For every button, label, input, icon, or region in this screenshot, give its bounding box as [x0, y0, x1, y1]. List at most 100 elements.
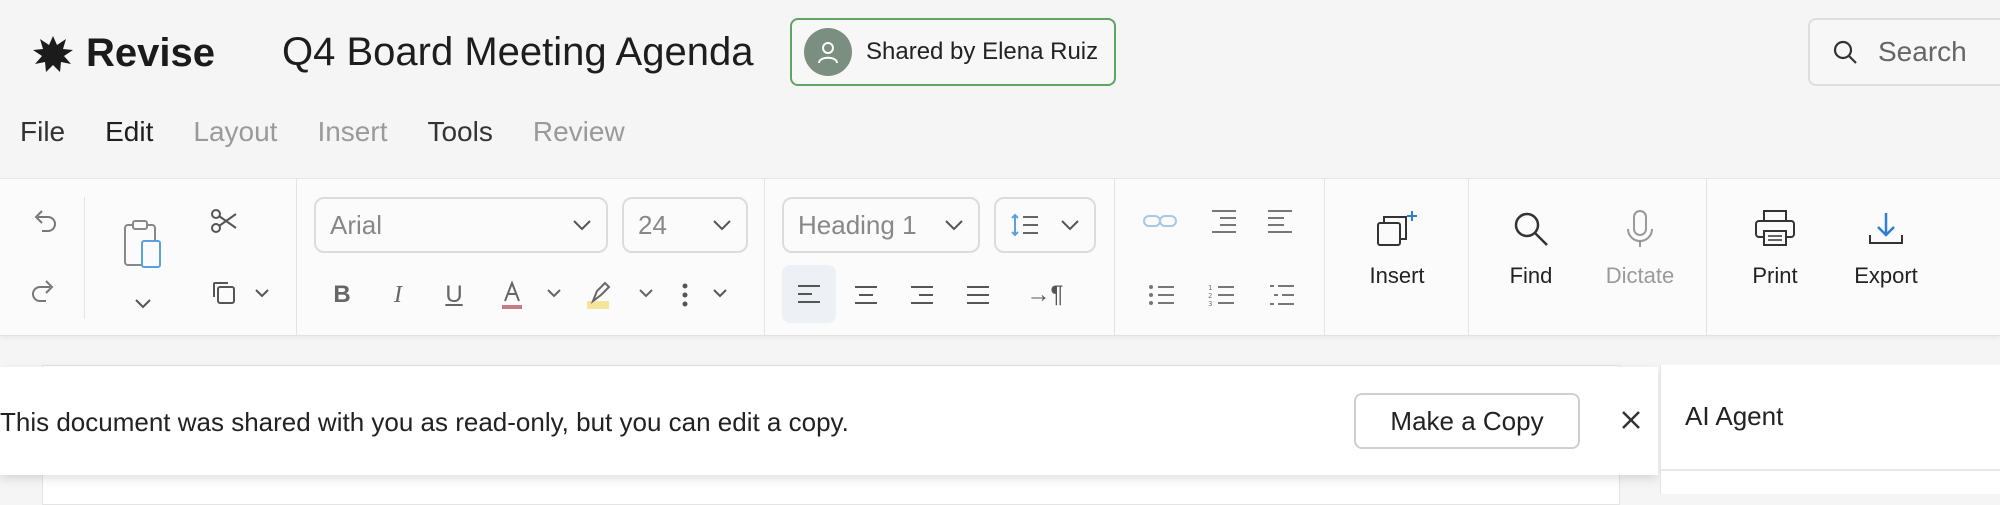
- make-a-copy-button[interactable]: Make a Copy: [1354, 393, 1580, 449]
- printer-icon: [1755, 210, 1795, 246]
- divider: [1324, 179, 1325, 337]
- underline-icon: U: [445, 281, 463, 308]
- chevron-down-icon: [713, 289, 727, 298]
- underline-button[interactable]: U: [436, 275, 472, 315]
- divider: [764, 179, 765, 337]
- splat-logo-icon: [33, 36, 73, 72]
- svg-text:1: 1: [1208, 284, 1212, 292]
- menu-edit[interactable]: Edit: [103, 112, 156, 190]
- cut-button[interactable]: [206, 203, 242, 239]
- numbered-list-icon: 123: [1208, 284, 1234, 307]
- bullet-list-icon: [1149, 285, 1174, 305]
- chevron-down-icon: [255, 289, 269, 298]
- bullet-list-button[interactable]: [1142, 275, 1182, 315]
- close-icon: [1622, 411, 1640, 429]
- text-direction-button[interactable]: →¶: [1020, 275, 1070, 315]
- paste-options-dropdown[interactable]: [128, 289, 158, 319]
- menu-review[interactable]: Review: [533, 112, 625, 178]
- menu-layout[interactable]: Layout: [193, 112, 277, 178]
- dictate-button[interactable]: Dictate: [1600, 209, 1680, 289]
- align-left-icon: [798, 285, 820, 303]
- top-bar: Revise Q4 Board Meeting Agenda Shared by…: [0, 0, 2000, 112]
- font-family-select[interactable]: Arial: [314, 197, 608, 253]
- divider: [1706, 179, 1707, 337]
- insert-object-icon: [1377, 211, 1417, 246]
- close-banner-button[interactable]: [1616, 405, 1646, 435]
- shared-by-badge[interactable]: Shared by Elena Ruiz: [790, 18, 1116, 86]
- person-icon: [804, 28, 852, 76]
- find-label: Find: [1509, 263, 1553, 288]
- paste-button[interactable]: [118, 217, 168, 273]
- text-color-icon: [502, 280, 522, 309]
- align-center-button[interactable]: [846, 275, 886, 315]
- link-button[interactable]: [1140, 203, 1180, 239]
- chevron-down-icon: [639, 289, 653, 298]
- italic-icon: I: [394, 281, 402, 308]
- search-placeholder: Search: [1878, 36, 1967, 67]
- undo-button[interactable]: [24, 201, 64, 241]
- edit-ribbon: Arial 24 B I U Heading 1 →¶ 1 2 3 Insert…: [0, 178, 2000, 337]
- font-size-select[interactable]: 24: [622, 197, 748, 253]
- menu-bar: File Edit Layout Insert Tools Review: [0, 112, 645, 190]
- divider: [1114, 179, 1115, 337]
- search-icon: [1833, 40, 1857, 64]
- menu-insert[interactable]: Insert: [317, 112, 387, 178]
- italic-button[interactable]: I: [380, 275, 416, 315]
- search-box[interactable]: Search: [1808, 18, 2000, 86]
- read-only-banner: This document was shared with you as rea…: [0, 367, 1658, 475]
- redo-icon: [32, 280, 54, 302]
- justify-button[interactable]: [958, 275, 998, 315]
- text-color-button[interactable]: [494, 275, 530, 315]
- app-logo[interactable]: Revise: [30, 30, 215, 76]
- indent-icon: [1268, 210, 1292, 233]
- highlight-button[interactable]: [582, 275, 618, 315]
- ai-agent-title: AI Agent: [1685, 401, 1784, 431]
- outdent-icon: [1212, 210, 1236, 233]
- bold-button[interactable]: B: [324, 275, 360, 315]
- more-vertical-icon: [682, 283, 688, 307]
- copy-options-dropdown[interactable]: [250, 279, 274, 307]
- menu-tools[interactable]: Tools: [427, 112, 492, 178]
- text-color-dropdown[interactable]: [542, 279, 566, 307]
- numbered-list-button[interactable]: 123: [1202, 275, 1242, 315]
- more-format-dropdown[interactable]: [708, 279, 732, 307]
- align-right-icon: [911, 286, 933, 304]
- more-format-button[interactable]: [672, 275, 698, 315]
- app-name: Revise: [86, 30, 215, 75]
- chevron-down-icon: [135, 299, 151, 309]
- paragraph-style-value: Heading 1: [798, 209, 917, 240]
- insert-button[interactable]: Insert: [1360, 209, 1434, 289]
- chevron-down-icon: [1061, 220, 1079, 231]
- align-center-icon: [855, 286, 877, 304]
- bold-icon: B: [333, 281, 351, 308]
- scissors-icon: [211, 209, 237, 233]
- document-title[interactable]: Q4 Board Meeting Agenda: [282, 30, 753, 75]
- chevron-down-icon: [713, 220, 731, 231]
- align-right-button[interactable]: [902, 275, 942, 315]
- menu-file[interactable]: File: [20, 112, 65, 178]
- align-left-button[interactable]: [782, 265, 836, 323]
- clipboard-icon: [124, 220, 161, 268]
- download-icon: [1869, 213, 1903, 244]
- divider: [1661, 469, 2000, 471]
- justify-icon: [967, 286, 989, 304]
- decrease-indent-button[interactable]: [1204, 203, 1244, 239]
- multilevel-list-icon: [1270, 285, 1294, 305]
- divider: [84, 197, 85, 319]
- print-button[interactable]: Print: [1740, 209, 1810, 289]
- find-button[interactable]: Find: [1500, 209, 1562, 289]
- shared-by-label: Shared by Elena Ruiz: [866, 38, 1099, 65]
- redo-button[interactable]: [24, 271, 64, 311]
- copy-button[interactable]: [206, 275, 242, 311]
- print-label: Print: [1752, 263, 1798, 288]
- multilevel-list-button[interactable]: [1262, 275, 1302, 315]
- undo-icon: [34, 210, 56, 232]
- highlight-dropdown[interactable]: [634, 279, 658, 307]
- dictate-label: Dictate: [1605, 263, 1675, 288]
- insert-label: Insert: [1369, 263, 1425, 288]
- export-button[interactable]: Export: [1846, 209, 1926, 289]
- line-spacing-select[interactable]: [994, 197, 1096, 253]
- ai-agent-panel: AI Agent: [1660, 365, 2000, 494]
- increase-indent-button[interactable]: [1260, 203, 1300, 239]
- paragraph-style-select[interactable]: Heading 1: [782, 197, 980, 253]
